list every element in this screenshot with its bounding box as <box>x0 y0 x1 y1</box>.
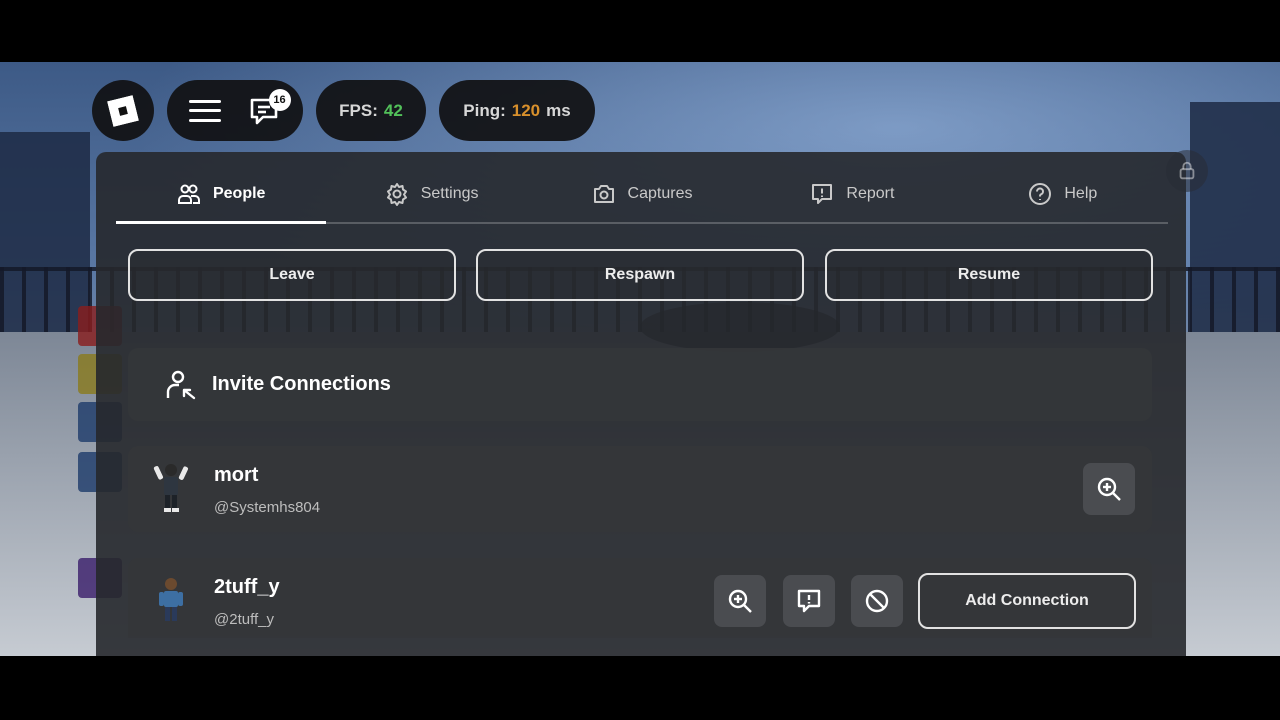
tab-people[interactable]: People <box>116 166 327 224</box>
invite-connections-label: Invite Connections <box>212 373 391 395</box>
people-icon <box>177 184 200 204</box>
help-icon <box>1029 183 1052 205</box>
player-avatar <box>159 578 183 621</box>
fps-counter: FPS: 42 <box>316 80 426 141</box>
player-username: @2tuff_y <box>214 611 274 628</box>
tab-help[interactable]: Help <box>958 166 1168 222</box>
tab-label: Captures <box>627 185 693 202</box>
tab-label: Report <box>846 185 895 202</box>
fps-value: 42 <box>383 100 403 120</box>
fps-label: FPS: <box>339 100 378 120</box>
inspect-player-button[interactable] <box>714 575 766 627</box>
player-row: mort @Systemhs804 <box>128 446 1152 532</box>
resume-button[interactable]: Resume <box>825 249 1153 301</box>
player-row: 2tuff_y @2tuff_y Add Connection <box>128 558 1152 638</box>
player-display-name: 2tuff_y <box>214 576 280 598</box>
block-player-button[interactable] <box>851 575 903 627</box>
lock-icon[interactable] <box>1166 150 1208 192</box>
report-icon <box>812 184 833 204</box>
invite-user-icon <box>166 370 196 399</box>
zoom-in-icon <box>1097 477 1121 501</box>
tab-report[interactable]: Report <box>747 166 957 222</box>
zoom-in-icon <box>728 589 752 613</box>
camera-icon <box>593 185 614 203</box>
gear-icon <box>386 183 407 206</box>
ping-label: Ping: <box>463 100 506 120</box>
leave-button[interactable]: Leave <box>128 249 456 301</box>
report-player-button[interactable] <box>783 575 835 627</box>
report-icon <box>797 589 821 613</box>
invite-connections-button[interactable]: Invite Connections <box>128 348 1152 421</box>
tab-settings[interactable]: Settings <box>326 166 536 222</box>
chat-icon[interactable]: 16 <box>248 88 291 126</box>
ping-unit: ms <box>546 100 571 120</box>
tab-label: Settings <box>420 185 479 202</box>
player-username: @Systemhs804 <box>214 499 321 516</box>
tab-label: People <box>212 185 266 202</box>
roblox-logo-icon <box>107 94 139 127</box>
player-avatar <box>153 464 189 512</box>
menu-tabs: People Settings Captures Report Help <box>116 166 1168 224</box>
block-icon <box>865 589 889 613</box>
tab-label: Help <box>1064 185 1098 202</box>
respawn-button[interactable]: Respawn <box>476 249 804 301</box>
ping-value: 120 <box>511 100 541 120</box>
roblox-menu-button[interactable] <box>92 80 154 141</box>
hamburger-menu-icon[interactable] <box>188 99 221 122</box>
inspect-player-button[interactable] <box>1083 463 1135 515</box>
player-display-name: mort <box>214 464 259 486</box>
add-connection-button[interactable]: Add Connection <box>918 573 1136 629</box>
menu-chat-pill: 16 <box>167 80 303 141</box>
ping-counter: Ping: 120 ms <box>439 80 595 141</box>
tab-captures[interactable]: Captures <box>537 166 747 222</box>
chat-unread-badge: 16 <box>268 88 291 111</box>
